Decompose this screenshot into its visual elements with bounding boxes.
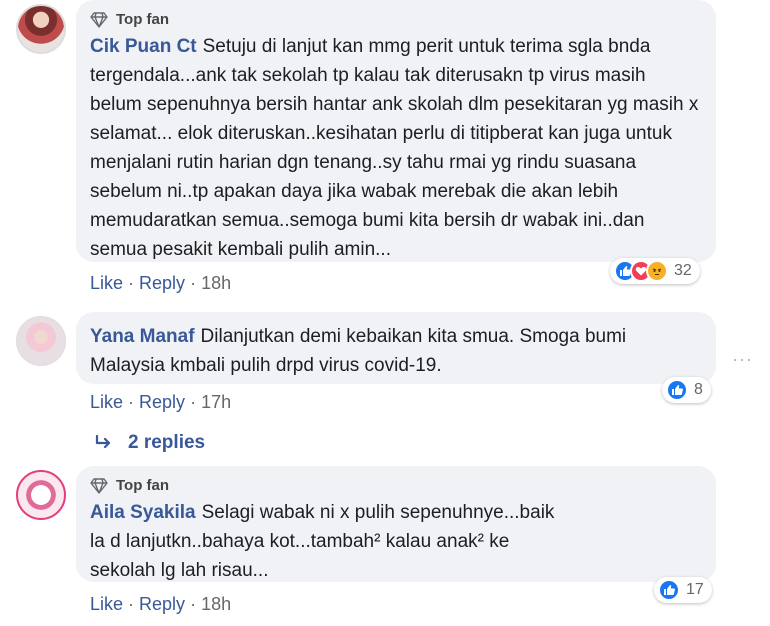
- like-icon: [658, 579, 680, 601]
- badge-label: Top fan: [116, 11, 170, 28]
- reply-button[interactable]: Reply: [139, 594, 185, 614]
- avatar[interactable]: [16, 316, 66, 366]
- separator: ·: [128, 273, 135, 293]
- like-button[interactable]: Like: [90, 594, 123, 614]
- like-button[interactable]: Like: [90, 273, 123, 293]
- separator: ·: [128, 594, 135, 614]
- view-replies-button[interactable]: 2 replies: [94, 432, 205, 454]
- comment-actions: Like · Reply · 17h: [90, 391, 231, 413]
- timestamp[interactable]: 17h: [201, 392, 231, 412]
- reply-button[interactable]: Reply: [139, 392, 185, 412]
- reaction-count: 8: [694, 381, 703, 398]
- reactions-summary[interactable]: 17: [654, 577, 712, 603]
- comment-body: Aila Syakila Selagi wabak ni x pulih sepe…: [90, 498, 570, 585]
- like-button[interactable]: Like: [90, 392, 123, 412]
- reactions-summary[interactable]: 32: [610, 258, 700, 284]
- reaction-count: 32: [674, 262, 692, 279]
- timestamp[interactable]: 18h: [201, 594, 231, 614]
- top-fan-badge: Top fan: [90, 10, 702, 30]
- diamond-icon: [90, 12, 108, 28]
- comment-bubble: Top fan Cik Puan Ct Setuju di lanjut kan …: [76, 0, 716, 262]
- top-fan-badge: Top fan: [90, 476, 702, 496]
- avatar[interactable]: [16, 4, 66, 54]
- comment-actions: Like · Reply · 18h: [90, 593, 231, 615]
- comment-bubble: Yana Manaf Dilanjutkan demi kebaikan kita…: [76, 312, 716, 384]
- comment-text: Setuju di lanjut kan mmg perit untuk ter…: [90, 36, 699, 260]
- angry-icon: [646, 260, 668, 282]
- comment-author[interactable]: Cik Puan Ct: [90, 36, 197, 57]
- reactions-summary[interactable]: 8: [662, 377, 711, 403]
- comment-body: Cik Puan Ct Setuju di lanjut kan mmg peri…: [90, 32, 702, 264]
- like-icon: [666, 379, 688, 401]
- diamond-icon: [90, 478, 108, 494]
- separator: ·: [190, 392, 197, 412]
- comment-bubble: Top fan Aila Syakila Selagi wabak ni x pu…: [76, 466, 716, 582]
- comment-author[interactable]: Aila Syakila: [90, 502, 196, 523]
- badge-label: Top fan: [116, 477, 170, 494]
- separator: ·: [190, 273, 197, 293]
- reply-arrow-icon: [95, 435, 111, 449]
- avatar[interactable]: [16, 470, 66, 520]
- comment-body: Yana Manaf Dilanjutkan demi kebaikan kita…: [90, 322, 702, 380]
- replies-label: 2 replies: [128, 432, 206, 453]
- comment-actions: Like · Reply · 18h: [90, 272, 231, 294]
- comment-author[interactable]: Yana Manaf: [90, 326, 195, 347]
- reply-button[interactable]: Reply: [139, 273, 185, 293]
- separator: ·: [190, 594, 197, 614]
- timestamp[interactable]: 18h: [201, 273, 231, 293]
- separator: ·: [128, 392, 135, 412]
- more-options-icon[interactable]: ···: [732, 349, 753, 370]
- reaction-count: 17: [686, 581, 704, 598]
